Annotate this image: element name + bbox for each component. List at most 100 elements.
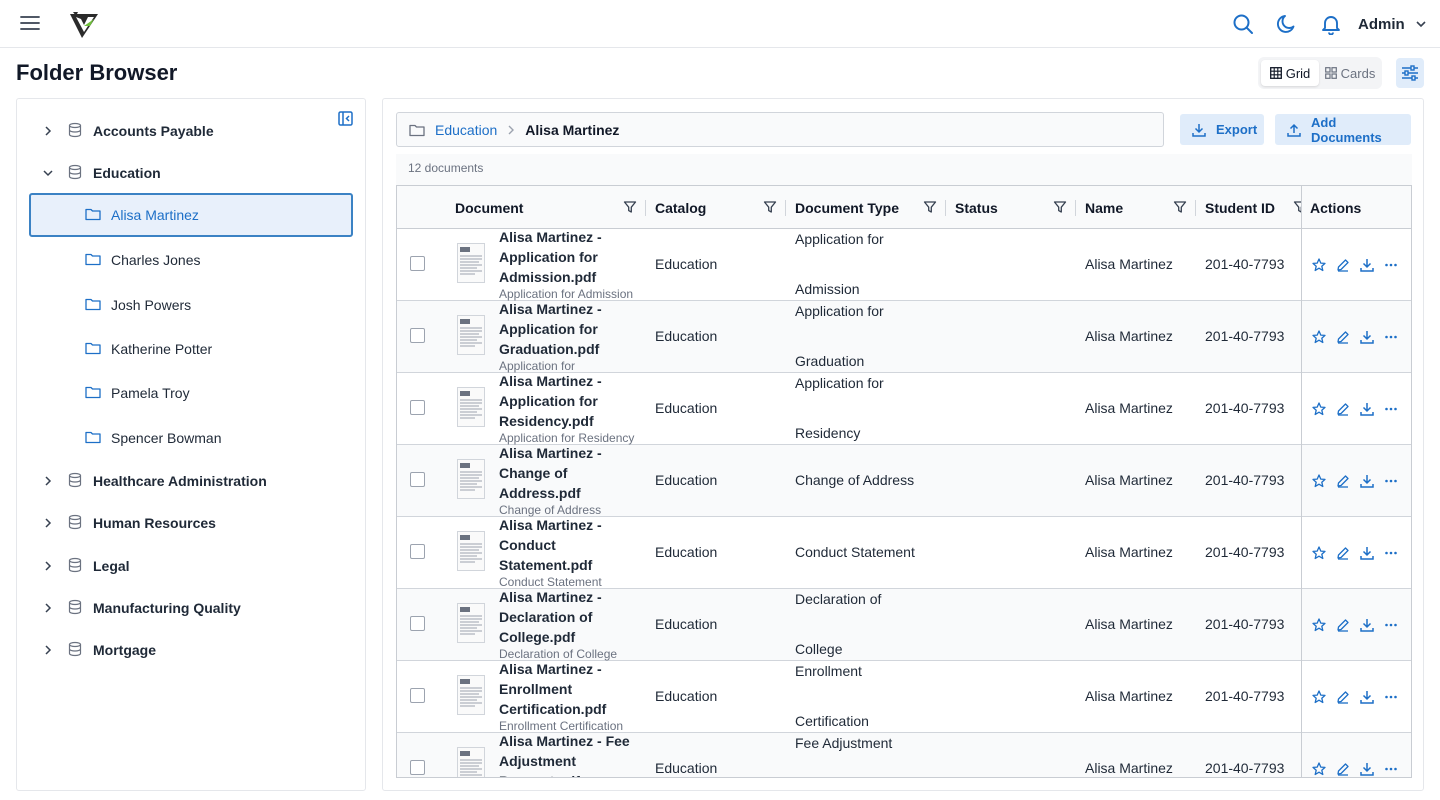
- download-icon[interactable]: [1360, 330, 1374, 344]
- row-checkbox[interactable]: [410, 616, 425, 631]
- column-separator[interactable]: [945, 200, 946, 216]
- download-icon[interactable]: [1360, 690, 1374, 704]
- add-documents-button[interactable]: Add Documents: [1275, 114, 1411, 145]
- filter-icon[interactable]: [763, 200, 777, 214]
- column-separator[interactable]: [1075, 200, 1076, 216]
- table-row[interactable]: Alisa Martinez - Fee Adjustment Request.…: [397, 731, 1411, 777]
- export-button[interactable]: Export: [1180, 114, 1264, 145]
- chevron-right-icon[interactable]: [41, 516, 55, 530]
- document-thumbnail[interactable]: [457, 747, 485, 777]
- star-icon[interactable]: [1312, 762, 1326, 776]
- download-icon[interactable]: [1360, 618, 1374, 632]
- download-icon[interactable]: [1360, 474, 1374, 488]
- column-header-student-id[interactable]: Student ID: [1197, 186, 1301, 229]
- table-row[interactable]: Alisa Martinez - Application for Graduat…: [397, 299, 1411, 373]
- more-icon[interactable]: [1384, 618, 1398, 632]
- chevron-right-icon[interactable]: [41, 559, 55, 573]
- document-thumbnail[interactable]: [457, 315, 485, 355]
- row-checkbox[interactable]: [410, 328, 425, 343]
- edit-icon[interactable]: [1336, 330, 1350, 344]
- row-checkbox[interactable]: [410, 760, 425, 775]
- grid-view-button[interactable]: Grid: [1261, 60, 1319, 86]
- document-name[interactable]: Alisa Martinez - Fee Adjustment Request.…: [499, 731, 639, 777]
- column-header-name[interactable]: Name: [1077, 186, 1197, 229]
- document-thumbnail[interactable]: [457, 603, 485, 643]
- tree-item-manufacturing-quality[interactable]: Manufacturing Quality: [17, 587, 365, 629]
- table-row[interactable]: Alisa Martinez - Change of Address.pdf Ch…: [397, 443, 1411, 517]
- tree-item-accounts-payable[interactable]: Accounts Payable: [17, 110, 365, 152]
- column-separator[interactable]: [1195, 200, 1196, 216]
- column-separator[interactable]: [785, 200, 786, 216]
- tree-item-mortgage[interactable]: Mortgage: [17, 629, 365, 671]
- tree-folder-alisa-martinez[interactable]: Alisa Martinez: [29, 193, 353, 237]
- document-name[interactable]: Alisa Martinez - Conduct Statement.pdf: [499, 515, 639, 575]
- chevron-right-icon[interactable]: [41, 601, 55, 615]
- bell-icon[interactable]: [1320, 13, 1342, 35]
- row-checkbox[interactable]: [410, 544, 425, 559]
- tree-item-education[interactable]: Education: [17, 152, 365, 194]
- more-icon[interactable]: [1384, 330, 1398, 344]
- moon-icon[interactable]: [1276, 13, 1298, 35]
- star-icon[interactable]: [1312, 546, 1326, 560]
- filter-settings-button[interactable]: [1396, 58, 1424, 88]
- more-icon[interactable]: [1384, 258, 1398, 272]
- document-name[interactable]: Alisa Martinez - Application for Residen…: [499, 371, 639, 431]
- table-row[interactable]: Alisa Martinez - Conduct Statement.pdf Co…: [397, 515, 1411, 589]
- edit-icon[interactable]: [1336, 762, 1350, 776]
- tree-folder-charles-jones[interactable]: Charles Jones: [29, 238, 353, 282]
- tree-item-legal[interactable]: Legal: [17, 545, 365, 587]
- document-name[interactable]: Alisa Martinez - Application for Graduat…: [499, 299, 639, 359]
- star-icon[interactable]: [1312, 258, 1326, 272]
- chevron-right-icon[interactable]: [41, 474, 55, 488]
- breadcrumb-parent[interactable]: Education: [435, 122, 497, 138]
- filter-icon[interactable]: [1173, 200, 1187, 214]
- more-icon[interactable]: [1384, 690, 1398, 704]
- search-icon[interactable]: [1232, 13, 1254, 35]
- filter-icon[interactable]: [1053, 200, 1067, 214]
- cards-view-button[interactable]: Cards: [1321, 60, 1379, 86]
- download-icon[interactable]: [1360, 546, 1374, 560]
- edit-icon[interactable]: [1336, 618, 1350, 632]
- column-separator[interactable]: [645, 200, 646, 216]
- tree-folder-spencer-bowman[interactable]: Spencer Bowman: [29, 416, 353, 460]
- document-name[interactable]: Alisa Martinez - Enrollment Certificatio…: [499, 659, 639, 719]
- tree-folder-josh-powers[interactable]: Josh Powers: [29, 283, 353, 327]
- more-icon[interactable]: [1384, 402, 1398, 416]
- star-icon[interactable]: [1312, 618, 1326, 632]
- row-checkbox[interactable]: [410, 472, 425, 487]
- row-checkbox[interactable]: [410, 256, 425, 271]
- download-icon[interactable]: [1360, 762, 1374, 776]
- tree-folder-katherine-potter[interactable]: Katherine Potter: [29, 327, 353, 371]
- column-header-status[interactable]: Status: [947, 186, 1077, 229]
- document-thumbnail[interactable]: [457, 459, 485, 499]
- star-icon[interactable]: [1312, 474, 1326, 488]
- star-icon[interactable]: [1312, 402, 1326, 416]
- edit-icon[interactable]: [1336, 402, 1350, 416]
- filter-icon[interactable]: [1293, 200, 1301, 214]
- star-icon[interactable]: [1312, 330, 1326, 344]
- table-row[interactable]: Alisa Martinez - Declaration of College.…: [397, 589, 1411, 661]
- table-row[interactable]: Alisa Martinez - Application for Residen…: [397, 371, 1411, 445]
- column-header-document[interactable]: Document: [447, 186, 647, 229]
- logo-mark[interactable]: [68, 8, 100, 40]
- document-thumbnail[interactable]: [457, 531, 485, 571]
- more-icon[interactable]: [1384, 762, 1398, 776]
- tree-item-healthcare-administration[interactable]: Healthcare Administration: [17, 460, 365, 502]
- star-icon[interactable]: [1312, 690, 1326, 704]
- download-icon[interactable]: [1360, 402, 1374, 416]
- tree-item-human-resources[interactable]: Human Resources: [17, 502, 365, 544]
- chevron-right-icon[interactable]: [41, 643, 55, 657]
- edit-icon[interactable]: [1336, 474, 1350, 488]
- document-name[interactable]: Alisa Martinez - Application for Admissi…: [499, 227, 639, 287]
- row-checkbox[interactable]: [410, 688, 425, 703]
- edit-icon[interactable]: [1336, 258, 1350, 272]
- chevron-right-icon[interactable]: [41, 124, 55, 138]
- document-thumbnail[interactable]: [457, 243, 485, 283]
- chevron-down-icon[interactable]: [41, 166, 55, 180]
- document-name[interactable]: Alisa Martinez - Change of Address.pdf: [499, 443, 639, 503]
- edit-icon[interactable]: [1336, 690, 1350, 704]
- filter-icon[interactable]: [623, 200, 637, 214]
- tree-folder-pamela-troy[interactable]: Pamela Troy: [29, 371, 353, 415]
- filter-icon[interactable]: [923, 200, 937, 214]
- user-menu[interactable]: Admin: [1358, 14, 1427, 34]
